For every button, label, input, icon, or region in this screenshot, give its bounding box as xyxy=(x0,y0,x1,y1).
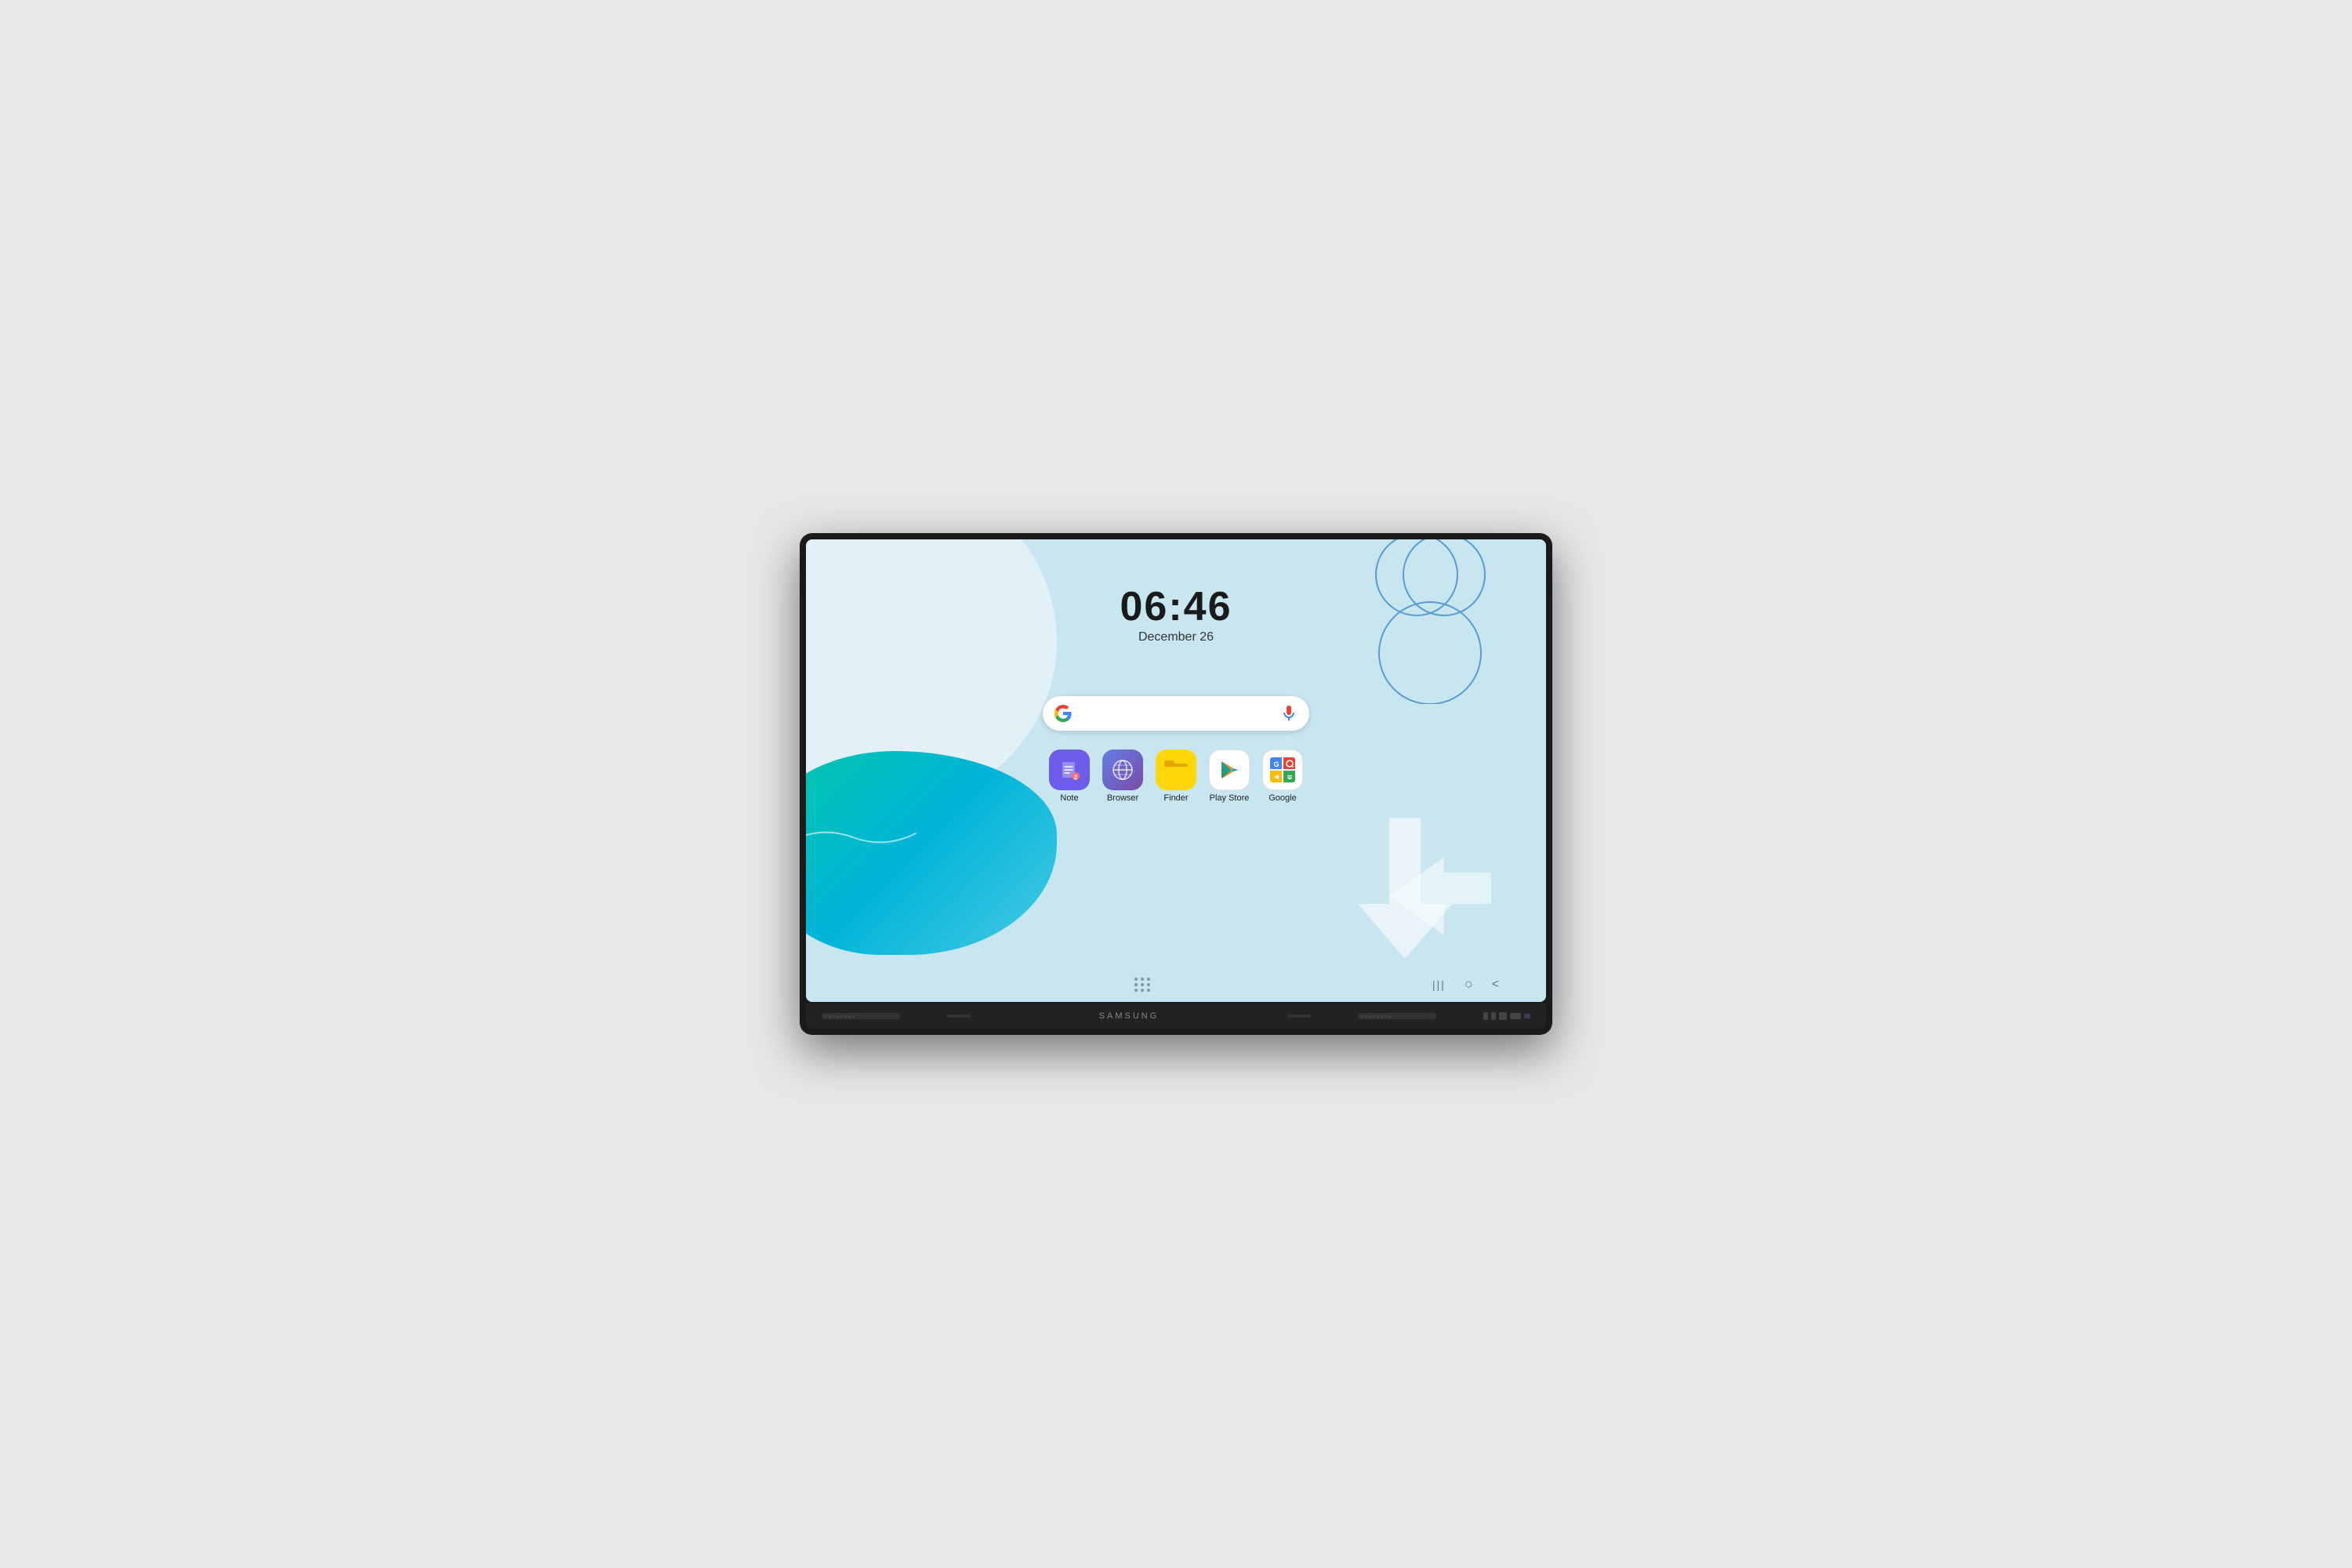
nav-bar: ||| ○ < xyxy=(806,976,1546,993)
note-label: Note xyxy=(1060,793,1078,803)
clock-date: December 26 xyxy=(1120,630,1232,644)
app-playstore[interactable]: Play Store xyxy=(1209,750,1250,803)
center-button-right xyxy=(1287,1014,1311,1018)
dot xyxy=(1134,989,1138,992)
note-icon[interactable]: 2 xyxy=(1049,750,1090,790)
bg-teal-blob xyxy=(806,751,1057,955)
browser-label: Browser xyxy=(1107,793,1138,803)
dot xyxy=(1134,978,1138,981)
tv-device: 06:46 December 26 xyxy=(800,533,1552,1035)
app-google[interactable]: G xyxy=(1262,750,1303,803)
finder-icon[interactable] xyxy=(1156,750,1196,790)
playstore-icon-svg xyxy=(1217,757,1242,782)
tv-bezel-bottom: SAMSUNG xyxy=(806,1004,1546,1029)
samsung-logo: SAMSUNG xyxy=(1099,1011,1160,1021)
note-icon-svg: 2 xyxy=(1058,759,1080,781)
tv-screen[interactable]: 06:46 December 26 xyxy=(806,539,1546,1002)
browser-icon-svg xyxy=(1111,758,1134,782)
svg-text:G: G xyxy=(1273,760,1279,768)
decorative-circles xyxy=(1358,539,1499,708)
app-dock: 2 Note Browser xyxy=(1049,750,1303,803)
microphone-icon xyxy=(1279,704,1298,723)
search-bar[interactable] xyxy=(1043,696,1309,731)
clock-time: 06:46 xyxy=(1120,586,1232,627)
center-button-left xyxy=(947,1014,971,1018)
browser-icon[interactable] xyxy=(1102,750,1143,790)
decorative-arrow xyxy=(1327,818,1499,978)
nav-buttons: ||| ○ < xyxy=(1432,976,1499,993)
dot xyxy=(1141,978,1144,981)
dot xyxy=(1134,983,1138,986)
google-icon[interactable]: G xyxy=(1262,750,1303,790)
google-grid: G xyxy=(1270,757,1295,782)
dot xyxy=(1141,983,1144,986)
speaker-right xyxy=(1358,1013,1436,1019)
google-label: Google xyxy=(1269,793,1296,803)
home-button[interactable]: ○ xyxy=(1465,976,1473,993)
recent-apps-button[interactable]: ||| xyxy=(1432,978,1446,991)
app-browser[interactable]: Browser xyxy=(1102,750,1143,803)
svg-text:2: 2 xyxy=(1074,774,1078,781)
dot xyxy=(1147,989,1150,992)
speaker-left xyxy=(822,1013,900,1019)
dot xyxy=(1147,978,1150,981)
app-finder[interactable]: Finder xyxy=(1156,750,1196,803)
playstore-label: Play Store xyxy=(1210,793,1250,803)
finder-icon-svg xyxy=(1163,759,1189,781)
finder-label: Finder xyxy=(1163,793,1188,803)
clock-widget: 06:46 December 26 xyxy=(1120,586,1232,644)
app-note[interactable]: 2 Note xyxy=(1049,750,1090,803)
back-button[interactable]: < xyxy=(1492,978,1499,992)
google-g-icon xyxy=(1054,704,1073,723)
dot xyxy=(1147,983,1150,986)
playstore-icon[interactable] xyxy=(1209,750,1250,790)
dot xyxy=(1141,989,1144,992)
ports-area xyxy=(1483,1012,1530,1020)
app-drawer-button[interactable] xyxy=(1134,978,1151,992)
